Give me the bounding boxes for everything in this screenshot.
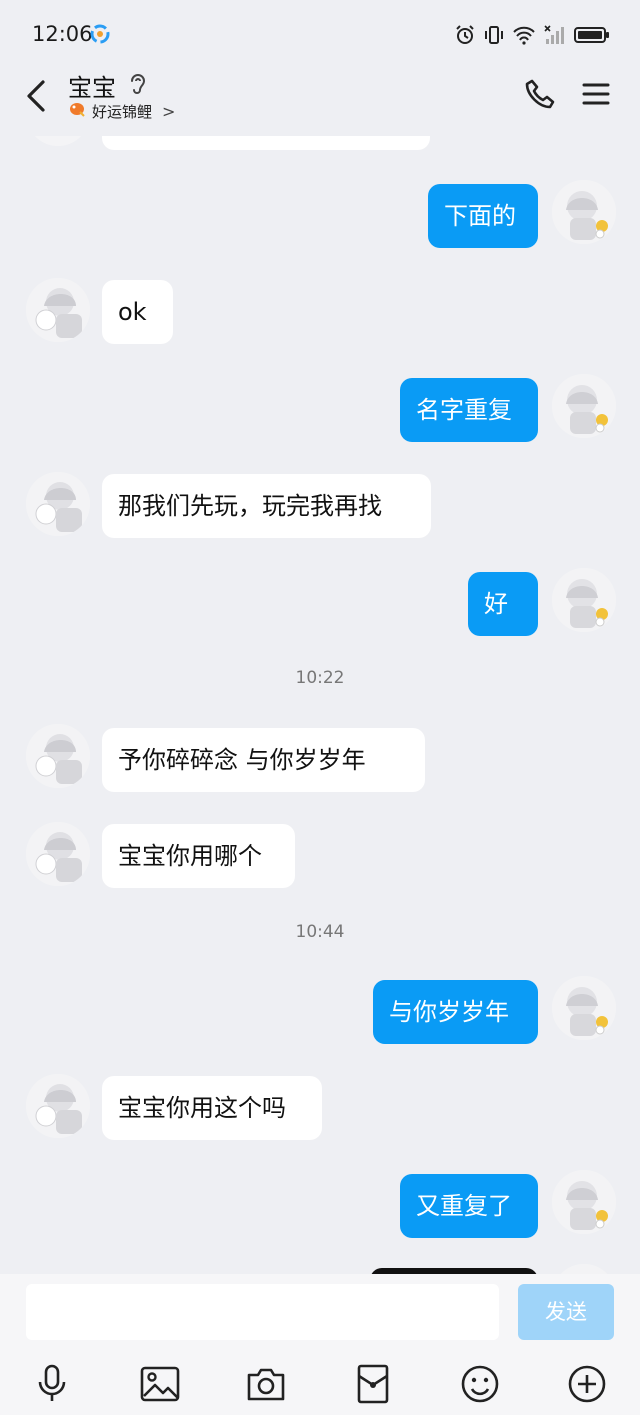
contact-avatar[interactable] xyxy=(26,724,90,788)
status-bar: 12:06 xyxy=(0,0,640,66)
back-arrow-icon xyxy=(27,80,45,112)
timestamp-divider: 10:22 xyxy=(295,668,345,688)
chat-header: 宝宝 好运锦鲤 > xyxy=(0,66,640,136)
contact-avatar[interactable] xyxy=(26,1074,90,1138)
hamburger-menu-icon xyxy=(582,83,610,105)
status-tag[interactable]: 好运锦鲤 > xyxy=(68,100,175,122)
status-icons xyxy=(454,22,610,48)
chevron-right-icon: > xyxy=(162,101,176,121)
chat-title[interactable]: 宝宝 xyxy=(68,68,116,103)
voice-call-button[interactable] xyxy=(520,74,560,114)
my-avatar[interactable] xyxy=(552,976,616,1040)
message-bubble-incoming[interactable]: 予你碎碎念 与你岁岁年 xyxy=(102,728,425,792)
my-avatar[interactable] xyxy=(552,1170,616,1234)
message-bubble-outgoing[interactable]: 与你岁岁年 xyxy=(373,980,538,1044)
message-bubble-outgoing[interactable]: 下面的 xyxy=(428,184,538,248)
message-list[interactable]: 下面的 ok 名字重复 那我们先玩，玩完我再找 好 10:22 予你碎碎念 与你… xyxy=(0,136,640,1274)
my-avatar[interactable] xyxy=(552,1264,616,1274)
contact-avatar[interactable] xyxy=(26,472,90,536)
back-button[interactable] xyxy=(16,74,56,118)
status-time: 12:06 xyxy=(32,22,93,46)
message-input[interactable] xyxy=(26,1284,499,1340)
wifi-icon xyxy=(512,25,536,45)
contact-avatar[interactable] xyxy=(26,136,90,146)
message-bubble-incoming[interactable]: 宝宝你用这个吗 xyxy=(102,1076,322,1140)
my-avatar[interactable] xyxy=(552,180,616,244)
microphone-icon[interactable] xyxy=(30,1362,74,1406)
contact-avatar[interactable] xyxy=(26,278,90,342)
status-tag-label: 好运锦鲤 xyxy=(92,102,153,121)
phone-icon xyxy=(525,79,555,109)
camera-icon[interactable] xyxy=(244,1362,288,1406)
send-button[interactable]: 发送 xyxy=(518,1284,614,1340)
vibrate-icon xyxy=(484,24,504,46)
message-bubble-outgoing[interactable]: 好 xyxy=(468,572,538,636)
emoji-icon[interactable] xyxy=(458,1362,502,1406)
input-bar: 发送 xyxy=(0,1274,640,1415)
plus-icon[interactable] xyxy=(565,1362,609,1406)
signal-icon xyxy=(544,25,566,45)
image-icon[interactable] xyxy=(138,1362,182,1406)
chat-screen: 12:06 宝宝 好运锦鲤 > 下面的 ok 名字重复 那我们先玩，玩完我再找 … xyxy=(0,0,640,1415)
message-bubble-incoming[interactable]: 宝宝你用哪个 xyxy=(102,824,295,888)
koi-fish-icon xyxy=(68,100,86,122)
message-bubble-incoming[interactable]: ok xyxy=(102,280,173,344)
message-bubble-outgoing[interactable]: 名字重复 xyxy=(400,378,538,442)
timestamp-divider: 10:44 xyxy=(295,922,345,942)
my-avatar[interactable] xyxy=(552,568,616,632)
message-bubble-outgoing[interactable]: 又重复了 xyxy=(400,1174,538,1238)
message-bubble-incoming[interactable]: 那我们先玩，玩完我再找 xyxy=(102,474,431,538)
alarm-icon xyxy=(454,24,476,46)
message-bubble-incoming[interactable] xyxy=(102,136,430,150)
battery-icon xyxy=(574,25,610,45)
earpiece-mode-icon xyxy=(128,72,148,100)
my-avatar[interactable] xyxy=(552,374,616,438)
red-packet-icon[interactable] xyxy=(351,1362,395,1406)
menu-button[interactable] xyxy=(576,74,616,114)
contact-avatar[interactable] xyxy=(26,822,90,886)
app-notification-icon xyxy=(90,24,110,44)
